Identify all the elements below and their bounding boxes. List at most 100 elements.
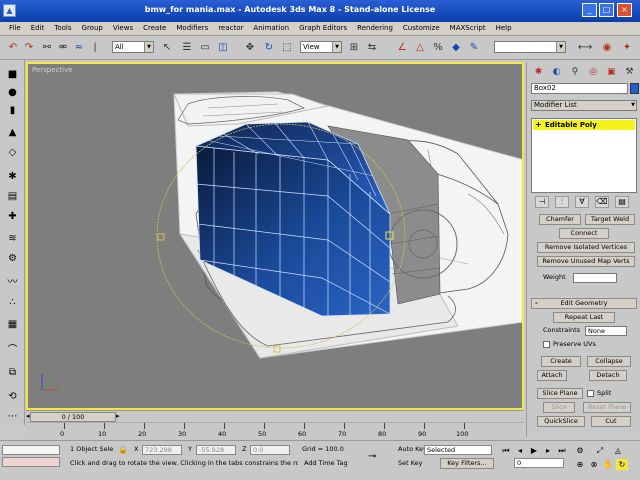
object-color-swatch[interactable] (630, 83, 639, 94)
menu-group[interactable]: Group (77, 22, 108, 35)
time-slider-thumb[interactable]: 0 / 100 (30, 412, 116, 422)
configure-modifier-sets-icon[interactable]: ▤ (615, 196, 629, 208)
maxscript-listener-field[interactable] (2, 457, 60, 467)
show-end-result-icon[interactable]: ⫶ (555, 196, 569, 208)
menu-graph-editors[interactable]: Graph Editors (294, 22, 352, 35)
maxscript-mini-listener[interactable] (2, 445, 60, 455)
undo-icon[interactable]: ↶ (6, 40, 20, 54)
viewport-label[interactable]: Perspective (32, 66, 73, 74)
hierarchy-tab-icon[interactable]: ⚲ (567, 64, 582, 79)
menu-create[interactable]: Create (138, 22, 171, 35)
set-key-button[interactable]: Set Key (398, 458, 423, 468)
create-sphere-icon[interactable]: ● (5, 86, 20, 99)
angle-snap-icon[interactable]: △ (413, 40, 427, 54)
window-crossing-icon[interactable]: ◫ (216, 40, 230, 54)
systems-icon[interactable]: ⚙ (5, 252, 20, 265)
display-tab-icon[interactable]: ▣ (604, 64, 619, 79)
command-panel-rollouts[interactable]: Chamfer Target Weld Connect Remove Isola… (529, 214, 639, 434)
cut-button[interactable]: Cut (591, 416, 631, 427)
redo-icon[interactable]: ↷ (22, 40, 36, 54)
patch-grid-icon[interactable]: ▦ (5, 318, 20, 331)
connect-button[interactable]: Connect (559, 228, 609, 239)
key-filters-button[interactable]: Key Filters... (440, 458, 494, 469)
pivot-point-icon[interactable]: ⊞ (347, 40, 361, 54)
utilities-tab-icon[interactable]: ⚒ (622, 64, 637, 79)
collapse-button[interactable]: Collapse (587, 356, 631, 367)
menu-reactor[interactable]: reactor (213, 22, 248, 35)
rectangular-selection-icon[interactable]: ▭ (198, 40, 212, 54)
motion-tab-icon[interactable]: ◎ (586, 64, 601, 79)
close-button[interactable]: × (617, 3, 632, 17)
nurbs-icon[interactable]: ⌒ (5, 342, 20, 356)
create-cone-icon[interactable]: ▲ (5, 126, 20, 139)
remove-modifier-icon[interactable]: ⌫ (595, 196, 609, 208)
target-weld-button[interactable]: Target Weld (585, 214, 635, 225)
preserve-uvs-checkbox[interactable] (543, 341, 550, 348)
constraints-dropdown[interactable]: None (585, 326, 627, 336)
unlink-icon[interactable]: ⚮ (56, 40, 70, 54)
modifier-list-dropdown[interactable]: Modifier List ▼ (531, 100, 637, 111)
select-by-name-icon[interactable]: ☰ (180, 40, 194, 54)
play-icon[interactable]: ▶ (528, 445, 540, 456)
modify-tab-icon[interactable]: ◐ (549, 64, 564, 79)
mirror-selected-icon[interactable]: ⟷ (578, 40, 592, 54)
zoom-icon[interactable]: ⊕ (574, 459, 586, 470)
key-mode-dropdown[interactable]: Selected (424, 445, 492, 455)
snaps-toggle-icon[interactable]: ∠ (395, 40, 409, 54)
stack-expand-icon[interactable]: + (535, 120, 542, 130)
attach-button[interactable]: Attach (537, 370, 567, 381)
track-bar[interactable]: 0 10 20 30 40 50 60 70 80 90 100 (26, 422, 524, 440)
make-unique-icon[interactable]: ∀ (575, 196, 589, 208)
create-tab-icon[interactable]: ✱ (531, 64, 546, 79)
menu-views[interactable]: Views (108, 22, 138, 35)
create-button[interactable]: Create (541, 356, 581, 367)
mirror-icon[interactable]: ⇆ (365, 40, 379, 54)
menu-animation[interactable]: Animation (248, 22, 294, 35)
select-move-icon[interactable]: ✥ (243, 40, 257, 54)
next-frame-icon[interactable]: ▸ (542, 445, 554, 456)
select-object-icon[interactable]: ↖ (160, 40, 174, 54)
maximize-button[interactable]: □ (599, 3, 614, 17)
shapes-icon[interactable]: 〰 (5, 274, 20, 288)
weight-field[interactable] (573, 273, 617, 283)
particles-icon[interactable]: ∴ (5, 296, 20, 309)
go-to-start-icon[interactable]: ⏮ (500, 445, 512, 456)
select-link-icon[interactable]: ⚯ (40, 40, 54, 54)
selection-filter-dropdown[interactable]: All ▼ (112, 41, 154, 53)
key-icon[interactable]: ⊸ (368, 451, 376, 462)
menu-help[interactable]: Help (491, 22, 517, 35)
edit-named-selection-icon[interactable]: ✎ (467, 40, 481, 54)
quick-render-icon[interactable]: ◉ (600, 40, 614, 54)
go-to-end-icon[interactable]: ⏭ (556, 445, 568, 456)
percent-snap-icon[interactable]: % (431, 40, 445, 54)
remove-isolated-vertices-button[interactable]: Remove Isolated Vertices (537, 242, 635, 253)
menu-modifiers[interactable]: Modifiers (171, 22, 213, 35)
lock-icon[interactable]: 🔒 (118, 445, 128, 454)
create-helper-icon[interactable]: ✚ (5, 210, 20, 223)
menu-tools[interactable]: Tools (49, 22, 76, 35)
perspective-viewport[interactable]: Perspective (26, 62, 524, 410)
stack-item-editable-poly[interactable]: Editable Poly (533, 120, 635, 130)
reference-coord-dropdown[interactable]: View ▼ (300, 41, 342, 53)
dynamics-icon[interactable]: ⟲ (5, 390, 20, 403)
menu-customize[interactable]: Customize (398, 22, 445, 35)
zoom-all-icon[interactable]: ⊗ (588, 459, 600, 470)
current-frame-field[interactable]: 0 (514, 458, 564, 468)
detach-button[interactable]: Detach (589, 370, 627, 381)
slice-button[interactable]: Slice (543, 402, 575, 413)
extras-icon[interactable]: ⋯ (5, 410, 20, 423)
remove-unused-map-verts-button[interactable]: Remove Unused Map Verts (537, 256, 635, 267)
select-rotate-icon[interactable]: ↻ (262, 40, 276, 54)
quickslice-button[interactable]: QuickSlice (537, 416, 585, 427)
menu-maxscript[interactable]: MAXScript (445, 22, 491, 35)
repeat-last-button[interactable]: Repeat Last (553, 312, 615, 323)
z-coordinate-field[interactable]: 0.0 (250, 445, 290, 455)
create-plane-icon[interactable]: ◇ (5, 146, 20, 159)
bind-space-warp-icon[interactable]: ≈ (72, 40, 86, 54)
named-selection-sets-dropdown[interactable]: ▼ (494, 41, 566, 53)
chamfer-button[interactable]: Chamfer (539, 214, 581, 225)
compound-icon[interactable]: ⧉ (5, 366, 20, 379)
slice-plane-button[interactable]: Slice Plane (537, 388, 583, 399)
object-name-field[interactable]: Box02 (531, 83, 628, 94)
menu-edit[interactable]: Edit (26, 22, 50, 35)
